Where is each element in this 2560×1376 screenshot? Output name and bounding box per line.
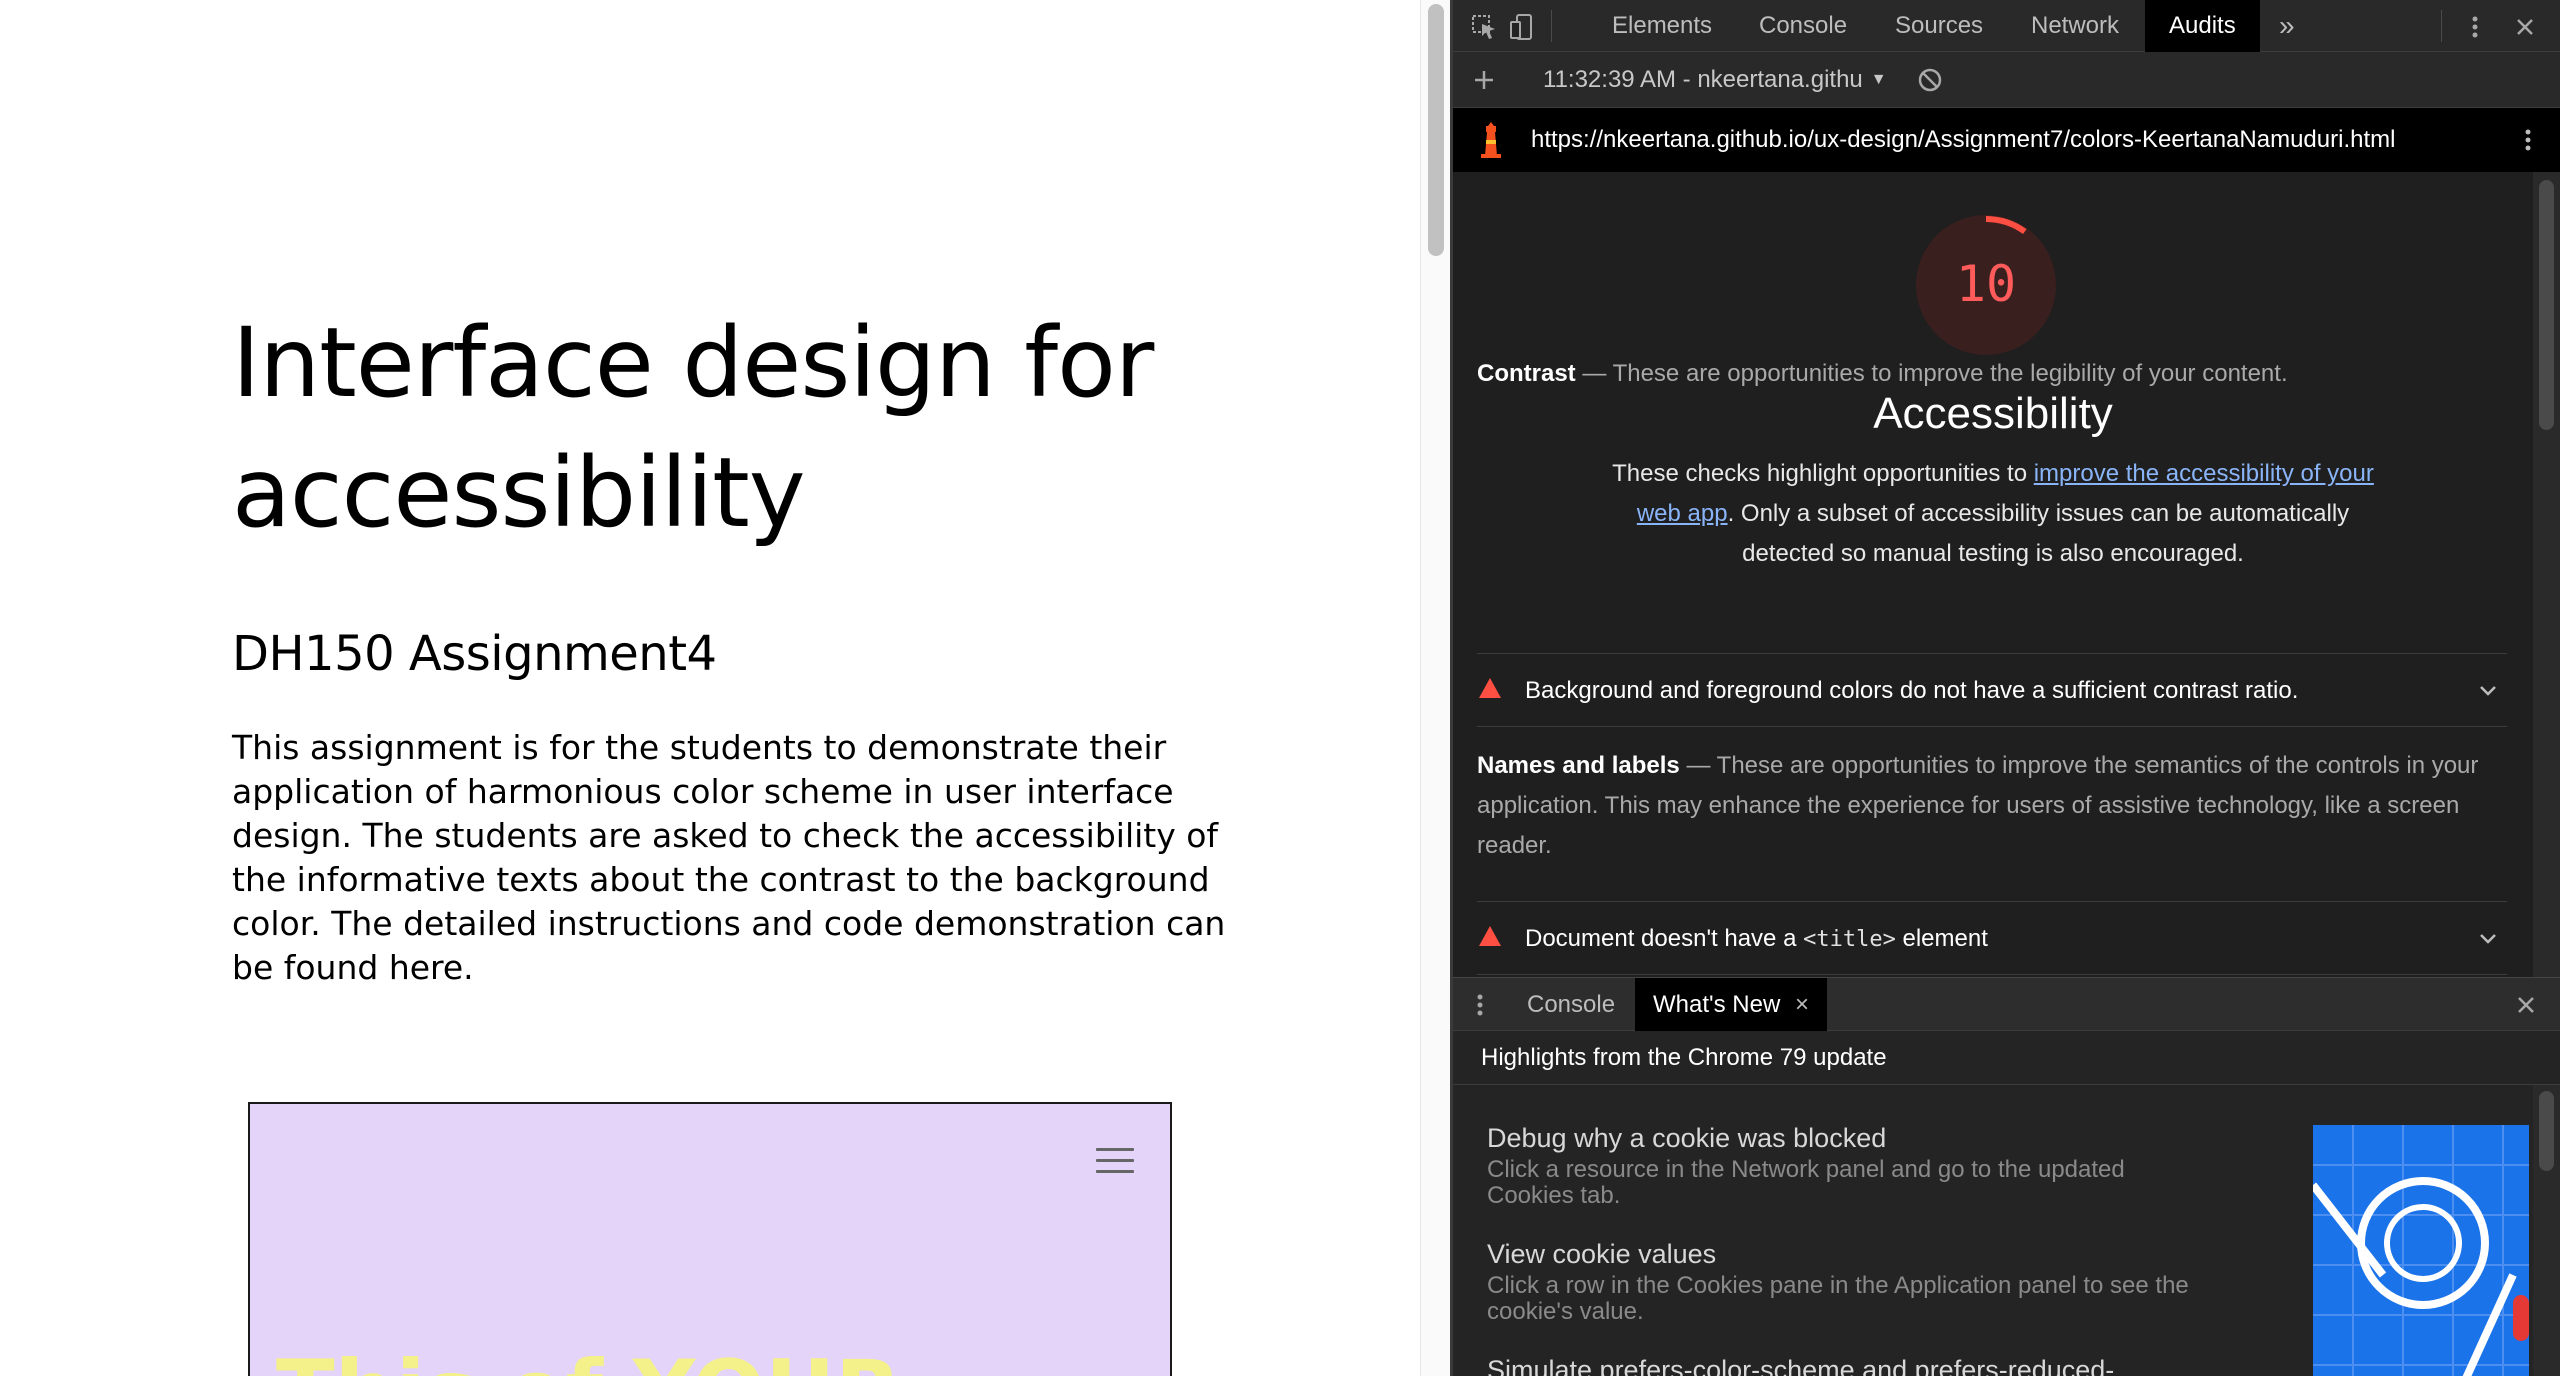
report-url: https://nkeertana.github.io/ux-design/As… (1531, 126, 2396, 153)
audit-item-code: <title> (1803, 927, 1896, 952)
whats-new-item-description: Click a row in the Cookies pane in the A… (1487, 1272, 2189, 1325)
chrome-79-illustration (2313, 1125, 2529, 1376)
audit-item-text: Background and foreground colors do not … (1525, 677, 2299, 704)
fail-triangle-icon (1479, 678, 1501, 698)
devtools-toolbar: Elements Console Sources Network Audits … (1453, 0, 2560, 52)
inspect-element-icon[interactable] (1469, 12, 1499, 42)
tab-audits[interactable]: Audits (2145, 0, 2260, 52)
page-scrollbar[interactable] (1420, 0, 1450, 1376)
whats-new-item[interactable]: Simulate prefers-color-scheme and prefer… (1487, 1353, 2207, 1376)
chevron-down-icon[interactable] (2473, 924, 2503, 954)
drawer-tab-label: What's New (1653, 991, 1781, 1018)
devtools-panel: Elements Console Sources Network Audits … (1453, 0, 2560, 1376)
drawer-tab-console[interactable]: Console (1527, 978, 1615, 1032)
whats-new-item-title: Debug why a cookie was blocked (1487, 1123, 1887, 1153)
dropdown-arrow-icon: ▼ (1870, 71, 1887, 88)
close-icon[interactable] (2510, 12, 2540, 42)
category-description: These checks highlight opportunities to … (1593, 454, 2393, 574)
whats-new-item[interactable]: Debug why a cookie was blocked Click a r… (1487, 1121, 2207, 1209)
whats-new-content: Debug why a cookie was blocked Click a r… (1453, 1085, 2533, 1376)
category-description-text: These checks highlight opportunities to (1612, 460, 2034, 487)
group-title: Names and labels (1477, 752, 1680, 779)
fail-triangle-icon (1479, 926, 1501, 946)
tab-console[interactable]: Console (1759, 0, 1847, 52)
audit-report: 10 Accessibility These checks highlight … (1453, 172, 2533, 977)
audit-item-document-title[interactable]: Document doesn't have a <title> element (1477, 901, 2507, 975)
group-description: These are opportunities to improve the l… (1612, 360, 2288, 387)
group-separator: — (1582, 360, 1607, 387)
group-names-and-labels: Names and labels — These are opportuniti… (1477, 746, 2507, 866)
drawer-kebab-icon[interactable] (1465, 990, 1495, 1020)
tab-elements[interactable]: Elements (1612, 0, 1712, 52)
audits-report-bar: 11:32:39 AM - nkeertana.githu ▼ (1453, 52, 2560, 108)
category-description-text: . Only a subset of accessibility issues … (1727, 500, 2350, 567)
group-separator: — (1686, 752, 1711, 779)
hamburger-menu-icon[interactable] (1096, 1148, 1134, 1176)
drawer-tab-whats-new[interactable]: What's New × (1635, 978, 1827, 1032)
web-page: Interface design for accessibility DH150… (0, 0, 1420, 1376)
color-demo-card: This of YOUR (248, 1102, 1172, 1376)
group-title: Contrast (1477, 360, 1576, 387)
audit-item-color-contrast[interactable]: Background and foreground colors do not … (1477, 653, 2507, 727)
close-icon[interactable] (2511, 990, 2541, 1020)
whats-new-header: Highlights from the Chrome 79 update (1453, 1031, 2560, 1085)
plus-icon[interactable] (1469, 65, 1499, 95)
report-selector-label: 11:32:39 AM - nkeertana.githu (1543, 66, 1863, 93)
block-icon[interactable] (1915, 65, 1945, 95)
demo-heading: This of YOUR (276, 1342, 901, 1376)
chevron-down-icon[interactable] (2473, 676, 2503, 706)
page-subtitle: DH150 Assignment4 (232, 626, 717, 682)
whats-new-item-description: Click a resource in the Network panel an… (1487, 1156, 2125, 1209)
whats-new-item-title: Simulate prefers-color-scheme and prefer… (1487, 1355, 2115, 1376)
drawer-tabbar: Console What's New × (1453, 977, 2560, 1032)
category-title: Accessibility (1873, 389, 2113, 438)
whats-new-scrollbar[interactable] (2533, 1085, 2560, 1376)
device-toolbar-icon[interactable] (1507, 12, 1537, 42)
report-url-bar: https://nkeertana.github.io/ux-design/As… (1453, 108, 2560, 172)
whats-new-item-title: View cookie values (1487, 1239, 1717, 1269)
audit-item-text: Document doesn't have a (1525, 925, 1804, 952)
page-title: Interface design for accessibility (232, 307, 1154, 549)
audit-scrollbar[interactable] (2533, 172, 2560, 977)
report-selector[interactable]: 11:32:39 AM - nkeertana.githu ▼ (1543, 52, 1887, 108)
tab-sources[interactable]: Sources (1895, 0, 1983, 52)
whats-new-item[interactable]: View cookie values Click a row in the Co… (1487, 1237, 2207, 1325)
audit-scrollbar-thumb[interactable] (2539, 180, 2554, 430)
audit-item-suffix: element (1895, 925, 1988, 952)
toolbar-separator (2441, 10, 2442, 42)
group-contrast: Contrast — These are opportunities to im… (1477, 354, 2507, 394)
toolbar-separator (1551, 10, 1552, 42)
tab-network[interactable]: Network (2031, 0, 2119, 52)
whats-new-scrollbar-thumb[interactable] (2539, 1091, 2554, 1171)
page-paragraph: This assignment is for the students to d… (232, 728, 1226, 987)
kebab-menu-icon[interactable] (2513, 125, 2543, 155)
kebab-menu-icon[interactable] (2460, 12, 2490, 42)
more-tabs-icon[interactable]: » (2279, 0, 2295, 52)
lighthouse-icon (1477, 122, 1505, 158)
audit-item-title: Document doesn't have a <title> element (1525, 902, 1988, 977)
score-value: 10 (1955, 255, 2017, 313)
page-scrollbar-thumb[interactable] (1428, 4, 1444, 256)
audit-item-title: Background and foreground colors do not … (1525, 654, 2298, 729)
close-tab-icon[interactable]: × (1795, 991, 1809, 1018)
